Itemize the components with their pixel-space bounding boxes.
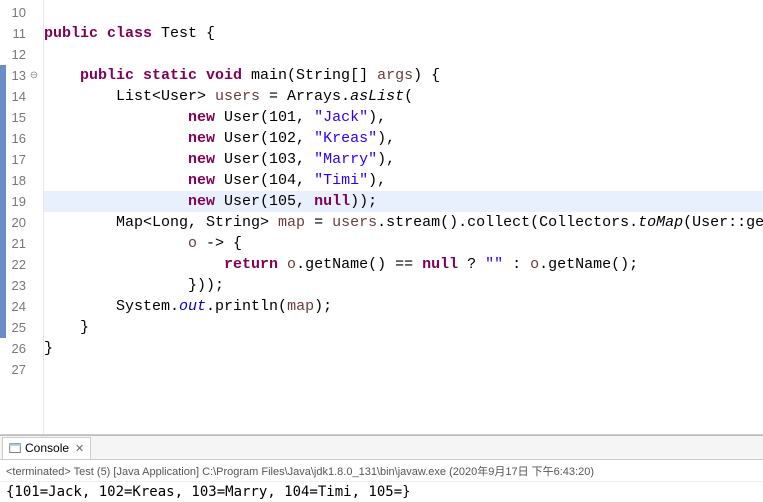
code-line[interactable]: }));: [44, 275, 763, 296]
code-line[interactable]: new User(103, "Marry"),: [44, 149, 763, 170]
line-number: 11: [0, 23, 43, 44]
code-line[interactable]: o -> {: [44, 233, 763, 254]
line-number: 14: [0, 86, 43, 107]
console-tab-label: Console: [25, 441, 69, 455]
line-number: 20: [0, 212, 43, 233]
console-header: <terminated> Test (5) [Java Application]…: [0, 460, 763, 482]
line-number: 21: [0, 233, 43, 254]
code-line[interactable]: return o.getName() == null ? "" : o.getN…: [44, 254, 763, 275]
code-line[interactable]: [44, 44, 763, 65]
console-tab[interactable]: Console ✕: [2, 437, 91, 459]
line-number: 12: [0, 44, 43, 65]
code-line[interactable]: [44, 2, 763, 23]
console-output: {101=Jack, 102=Kreas, 103=Marry, 104=Tim…: [0, 482, 763, 502]
console-panel: Console ✕ <terminated> Test (5) [Java Ap…: [0, 435, 763, 502]
code-line[interactable]: public static void main(String[] args) {: [44, 65, 763, 86]
line-number: 18: [0, 170, 43, 191]
line-number: 16: [0, 128, 43, 149]
line-number: 23: [0, 275, 43, 296]
code-editor[interactable]: 10111213⊖1415161718192021222324252627 pu…: [0, 0, 763, 435]
line-number: 13⊖: [0, 65, 43, 86]
line-gutter: 10111213⊖1415161718192021222324252627: [0, 0, 44, 434]
line-number: 24: [0, 296, 43, 317]
code-line[interactable]: new User(105, null));: [44, 191, 763, 212]
code-line[interactable]: public class Test {: [44, 23, 763, 44]
console-icon: [9, 442, 21, 454]
line-number: 27: [0, 359, 43, 380]
code-line[interactable]: new User(104, "Timi"),: [44, 170, 763, 191]
code-line[interactable]: List<User> users = Arrays.asList(: [44, 86, 763, 107]
line-number: 22: [0, 254, 43, 275]
line-number: 25: [0, 317, 43, 338]
line-number: 15: [0, 107, 43, 128]
line-number: 17: [0, 149, 43, 170]
code-line[interactable]: }: [44, 317, 763, 338]
line-number: 10: [0, 2, 43, 23]
code-area[interactable]: public class Test { public static void m…: [44, 0, 763, 434]
close-icon[interactable]: ✕: [75, 442, 84, 455]
code-line[interactable]: }: [44, 338, 763, 359]
line-number: 19: [0, 191, 43, 212]
code-line[interactable]: Map<Long, String> map = users.stream().c…: [44, 212, 763, 233]
code-line[interactable]: System.out.println(map);: [44, 296, 763, 317]
code-line[interactable]: new User(101, "Jack"),: [44, 107, 763, 128]
code-line[interactable]: new User(102, "Kreas"),: [44, 128, 763, 149]
code-line[interactable]: [44, 359, 763, 380]
console-tab-bar: Console ✕: [0, 436, 763, 460]
fold-icon[interactable]: ⊖: [29, 70, 39, 81]
line-number: 26: [0, 338, 43, 359]
